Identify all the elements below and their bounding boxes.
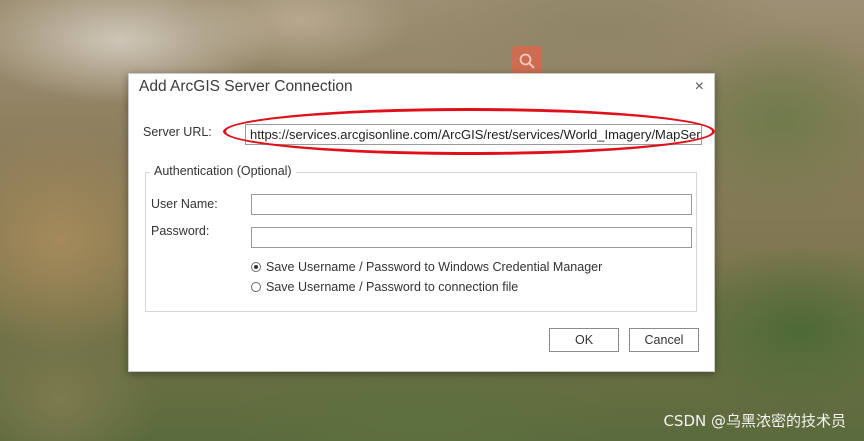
search-icon <box>519 53 535 69</box>
username-field[interactable] <box>251 194 692 215</box>
radio-label: Save Username / Password to Windows Cred… <box>266 260 603 274</box>
password-label: Password: <box>151 224 210 238</box>
radio-connection-file[interactable]: Save Username / Password to connection f… <box>251 280 518 294</box>
radio-label: Save Username / Password to connection f… <box>266 280 519 294</box>
dialog-title: Add ArcGIS Server Connection <box>139 78 353 95</box>
radio-button-checked[interactable] <box>251 262 261 272</box>
add-server-connection-dialog: Add ArcGIS Server Connection × Server UR… <box>128 73 715 372</box>
server-url-label: Server URL: <box>143 125 212 139</box>
server-url-input[interactable]: https://services.arcgisonline.com/ArcGIS… <box>245 124 702 145</box>
authentication-group-title: Authentication (Optional) <box>150 164 296 178</box>
ok-button[interactable]: OK <box>549 328 619 352</box>
username-label: User Name: <box>151 197 218 211</box>
password-field[interactable] <box>251 227 692 248</box>
radio-button[interactable] <box>251 282 261 292</box>
close-icon[interactable]: × <box>695 78 704 96</box>
authentication-group: Authentication (Optional) User Name: Pas… <box>145 164 697 312</box>
cancel-button[interactable]: Cancel <box>629 328 699 352</box>
radio-credential-manager[interactable]: Save Username / Password to Windows Cred… <box>251 260 602 274</box>
watermark: CSDN @乌黑浓密的技术员 <box>663 412 846 430</box>
map-search-button[interactable] <box>512 46 542 76</box>
